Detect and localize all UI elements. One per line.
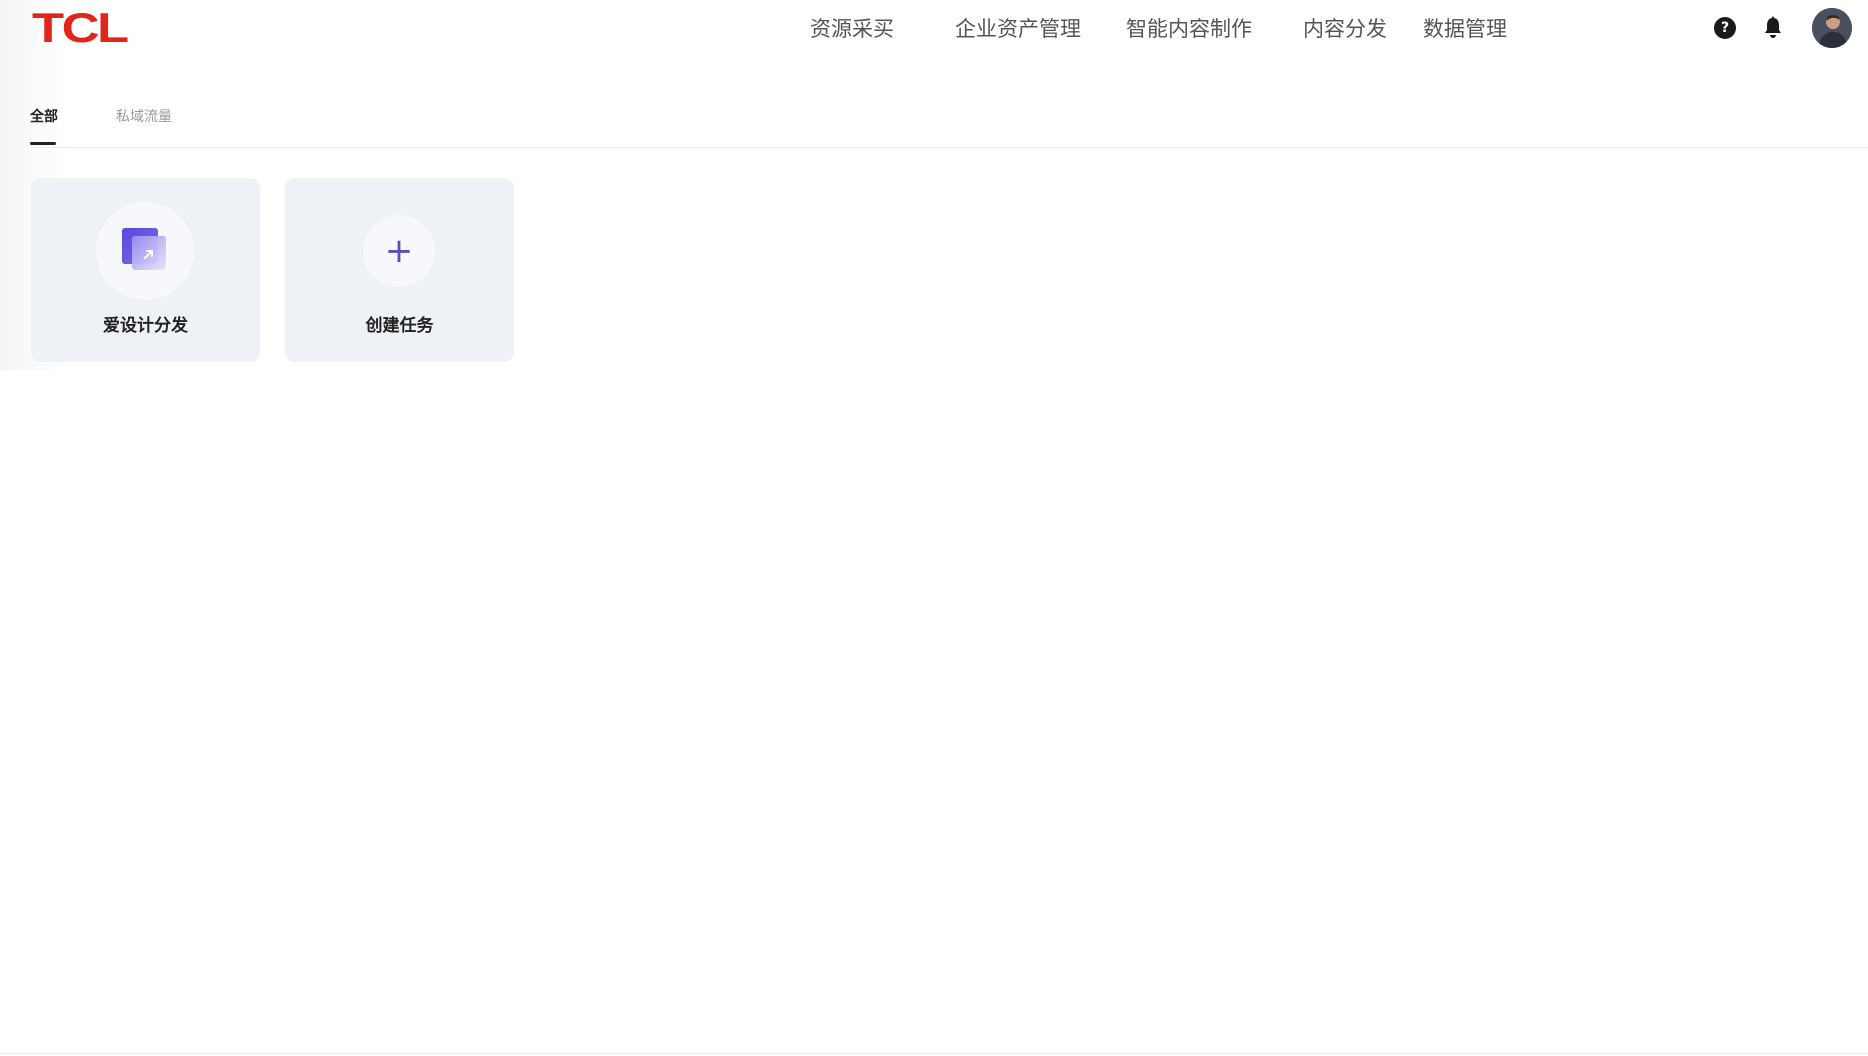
card-icon-background	[96, 202, 194, 300]
card-create-task[interactable]: + 创建任务	[285, 178, 514, 362]
nav-item-resource-purchase[interactable]: 资源采买	[810, 14, 894, 44]
plus-icon: +	[384, 231, 414, 271]
nav-item-content-distribution[interactable]: 内容分发	[1303, 14, 1387, 44]
user-avatar[interactable]	[1812, 8, 1852, 48]
tab-all[interactable]: 全部	[30, 107, 58, 127]
bottom-divider	[0, 1053, 1868, 1054]
category-tabs: 全部 私域流量	[30, 104, 1868, 148]
tcl-logo[interactable]: TCL	[32, 5, 129, 51]
nav-item-data-management[interactable]: 数据管理	[1423, 14, 1507, 44]
card-label: 创建任务	[365, 316, 434, 336]
tab-private-traffic[interactable]: 私域流量	[116, 107, 172, 127]
bell-icon[interactable]	[1762, 16, 1784, 40]
page-root: TCL 资源采买 企业资产管理 智能内容制作 内容分发 数据管理 ? 全部 私域…	[0, 0, 1868, 1056]
card-aisheji-distribution[interactable]: 爱设计分发	[31, 178, 260, 362]
nav-item-asset-management[interactable]: 企业资产管理	[955, 14, 1081, 44]
card-icon-background: +	[363, 215, 435, 287]
active-tab-indicator	[30, 142, 56, 145]
question-circle-icon[interactable]: ?	[1714, 17, 1736, 39]
top-header: TCL 资源采买 企业资产管理 智能内容制作 内容分发 数据管理 ?	[0, 0, 1868, 58]
card-label: 爱设计分发	[103, 316, 188, 336]
nav-item-content-creation[interactable]: 智能内容制作	[1126, 14, 1252, 44]
share-app-icon	[122, 228, 166, 270]
